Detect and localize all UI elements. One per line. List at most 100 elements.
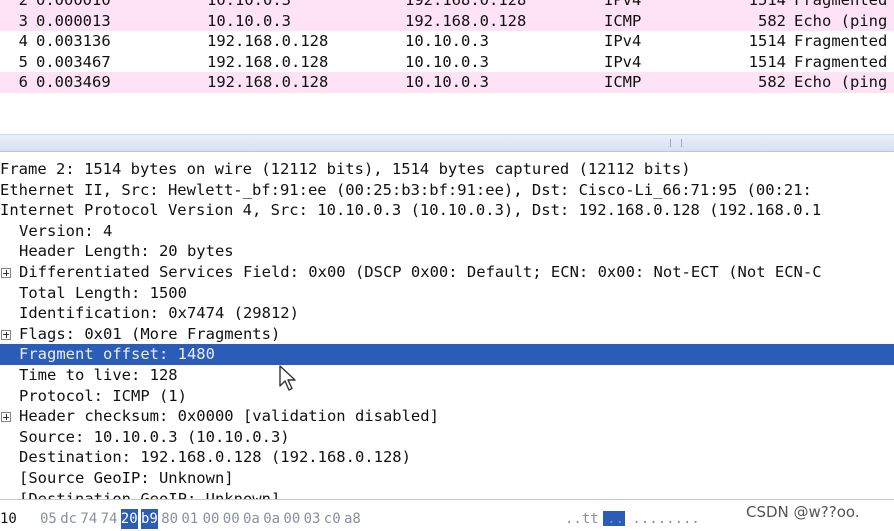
packet-details-tree[interactable]: Frame 2: 1514 bytes on wire (12112 bits)… [0,159,894,500]
detail-text: Source: 10.10.0.3 (10.10.0.3) [19,427,290,446]
detail-text: Identification: 0x7474 (29812) [19,304,299,323]
packet-source: 10.10.0.3 [207,0,291,9]
hex-byte[interactable]: 0a [263,509,280,529]
packet-number: 6 [18,73,28,91]
packet-protocol: IPv4 [604,52,642,71]
detail-row[interactable]: Frame 2: 1514 bytes on wire (12112 bits)… [0,159,894,180]
packet-number: 2 [18,0,28,9]
detail-text: Header Length: 20 bytes [19,242,234,261]
detail-row-selected[interactable]: Fragment offset: 1480 [0,344,894,365]
packet-info: Fragmented [794,0,888,9]
packet-protocol: IPv4 [604,0,642,9]
hex-byte[interactable]: a8 [344,509,361,529]
packet-length: 1514 [748,0,786,9]
packet-source: 192.168.0.128 [207,73,329,91]
detail-text: Frame 2: 1514 bytes on wire (12112 bits)… [0,160,691,178]
hex-byte[interactable]: dc [60,509,77,529]
packet-length: 1514 [748,52,786,71]
packet-number: 5 [18,52,28,71]
packet-length: 582 [758,11,786,30]
hex-byte[interactable]: 74 [80,509,97,529]
packet-source: 10.10.0.3 [207,11,291,30]
packet-protocol: IPv4 [604,32,642,50]
hex-byte[interactable]: 01 [181,509,198,529]
detail-row[interactable]: Source: 10.10.0.3 (10.10.0.3) [0,427,894,448]
hex-byte[interactable]: b9 [141,509,158,529]
detail-text: Internet Protocol Version 4, Src: 10.10.… [0,201,822,220]
packet-info: Fragmented [794,52,888,71]
packet-destination: 10.10.0.3 [405,32,489,50]
expand-plus-icon[interactable] [1,412,11,423]
packet-source: 192.168.0.128 [207,32,329,50]
packet-time: 0.000013 [36,11,111,30]
pane-splitter[interactable] [0,134,894,152]
detail-row[interactable]: Ethernet II, Src: Hewlett-_bf:91:ee (00:… [0,180,894,201]
detail-text: Protocol: ICMP (1) [19,386,187,405]
detail-row[interactable]: Flags: 0x01 (More Fragments) [0,324,894,345]
pane-divider-line [0,499,894,500]
detail-row[interactable]: Time to live: 128 [0,365,894,386]
expand-plus-icon[interactable] [1,329,11,340]
packet-destination: 10.10.0.3 [405,73,489,91]
packet-length: 1514 [748,32,786,50]
packet-time: 0.003469 [36,73,111,91]
hex-byte[interactable]: 05 [40,509,57,529]
packet-source: 192.168.0.128 [207,52,329,71]
packet-row[interactable]: 3 0.000013 10.10.0.3 192.168.0.128 ICMP 582 Ec… [0,10,894,31]
watermark: CSDN @w??oo. [744,503,862,521]
detail-text: Differentiated Services Field: 0x00 (DSC… [19,263,822,281]
packet-destination: 192.168.0.128 [405,0,527,9]
detail-text: Total Length: 1500 [19,283,187,302]
detail-row[interactable]: Version: 4 [0,221,894,242]
hex-byte[interactable]: 00 [283,509,300,529]
detail-text: Version: 4 [19,221,113,240]
detail-row[interactable]: Header checksum: 0x0000 [validation disa… [0,406,894,427]
detail-row[interactable]: [Source GeoIP: Unknown] [0,468,894,489]
detail-row[interactable]: Header Length: 20 bytes [0,241,894,262]
packet-info: Echo (ping [794,73,888,91]
hex-ascii[interactable]: ..tt .. ........ [565,509,700,529]
packet-row[interactable]: 4 0.003136 192.168.0.128 10.10.0.3 IPv4 1514 F… [0,31,894,52]
expand-plus-icon[interactable] [1,268,11,278]
packet-protocol: ICMP [604,73,642,91]
detail-text: Flags: 0x01 (More Fragments) [19,324,281,343]
detail-row[interactable]: Total Length: 1500 [0,283,894,304]
detail-text: Time to live: 128 [19,366,178,384]
packet-destination: 10.10.0.3 [405,52,489,71]
hex-byte[interactable]: 00 [223,509,240,529]
packet-number: 4 [18,32,28,50]
hex-byte[interactable]: 74 [101,509,118,529]
packet-protocol: ICMP [604,11,642,30]
hex-byte[interactable]: 03 [304,509,321,529]
detail-text: Ethernet II, Src: Hewlett-_bf:91:ee (00:… [0,180,812,199]
hex-byte[interactable]: c0 [324,509,341,529]
packet-info: Fragmented [794,32,888,50]
detail-text: [Source GeoIP: Unknown] [19,469,234,487]
detail-text: Fragment offset: 1480 [19,345,215,364]
packet-list[interactable]: 2 0.000010 10.10.0.3 192.168.0.128 IPv4 1514 F… [0,0,894,98]
packet-row[interactable]: 5 0.003467 192.168.0.128 10.10.0.3 IPv4 1514 F… [0,51,894,72]
hex-offset: 10 [0,511,17,527]
hex-byte[interactable]: 00 [203,509,220,529]
hex-byte[interactable]: 0a [243,509,260,529]
packet-time: 0.003136 [36,32,111,50]
detail-row[interactable]: Protocol: ICMP (1) [0,386,894,407]
packet-row[interactable]: 6 0.003469 192.168.0.128 10.10.0.3 ICMP 582 Ec… [0,72,894,93]
packet-destination: 192.168.0.128 [405,11,527,30]
packet-number: 3 [18,11,28,30]
hex-byte[interactable]: 80 [161,509,178,529]
packet-row[interactable]: 2 0.000010 10.10.0.3 192.168.0.128 IPv4 1514 F… [0,0,894,11]
packet-length: 582 [758,73,786,91]
detail-text: Header checksum: 0x0000 [validation disa… [19,407,439,426]
splitter-grip-icon[interactable] [670,139,682,147]
packet-info: Echo (ping [794,11,888,30]
detail-row[interactable]: Destination: 192.168.0.128 (192.168.0.12… [0,447,894,468]
detail-row[interactable]: Internet Protocol Version 4, Src: 10.10.… [0,200,894,221]
detail-text: Destination: 192.168.0.128 (192.168.0.12… [19,448,411,467]
detail-row[interactable]: Identification: 0x7474 (29812) [0,303,894,324]
detail-row[interactable]: Differentiated Services Field: 0x00 (DSC… [0,262,894,283]
hex-byte[interactable]: 20 [120,509,138,529]
packet-time: 0.003467 [36,52,111,71]
packet-time: 0.000010 [36,0,111,9]
mouse-pointer-icon [279,365,296,391]
